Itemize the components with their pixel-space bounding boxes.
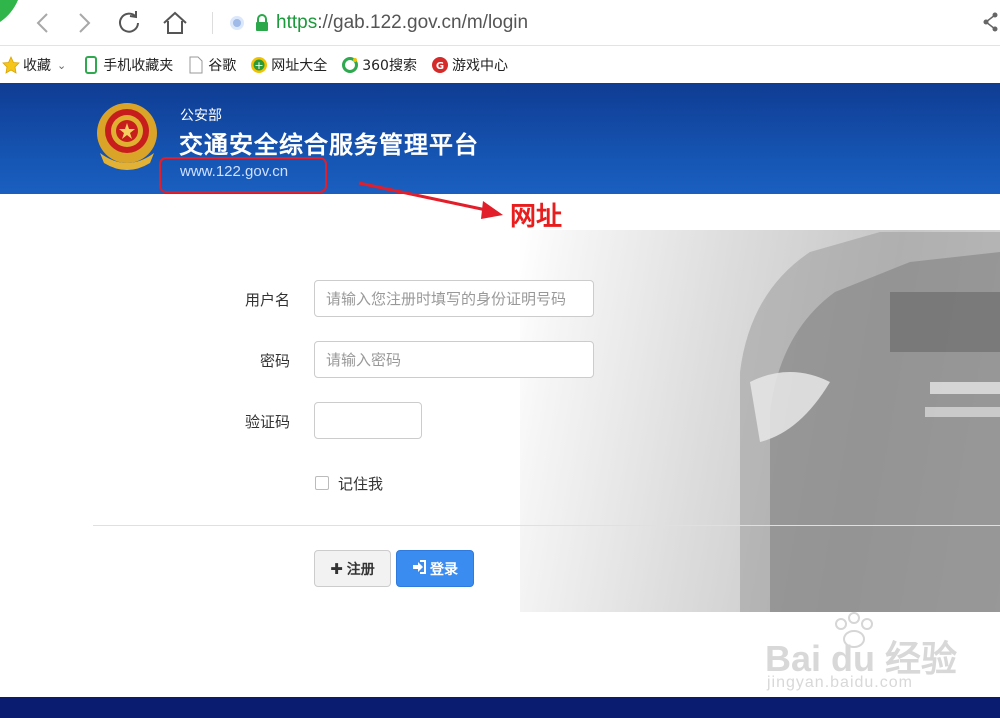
remember-checkbox[interactable]: [315, 476, 329, 490]
username-input[interactable]: 请输入您注册时填写的身份证明号码: [314, 280, 594, 317]
chevron-down-icon[interactable]: ⌄: [57, 59, 66, 72]
toolbar-divider: [212, 12, 213, 34]
back-icon[interactable]: [27, 8, 57, 38]
username-label: 用户名: [244, 291, 290, 309]
plus-circle-icon: +: [250, 56, 268, 74]
url-scheme: https: [276, 12, 318, 33]
bookmark-mobile[interactable]: 手机收藏夹: [82, 55, 179, 75]
svg-text:+: +: [255, 59, 264, 72]
bookmark-sites[interactable]: + 网址大全: [250, 55, 333, 75]
bookmark-favorites[interactable]: 收藏 ⌄: [0, 55, 72, 75]
password-placeholder: 请输入密码: [326, 351, 402, 369]
baidu-watermark: Bai du 经验 jingyan.baidu.com: [765, 612, 965, 697]
annotation-label: 网址: [510, 202, 563, 232]
url-path: ://gab.122.gov.cn/m/login: [317, 12, 529, 33]
plus-icon: ✚: [330, 559, 343, 578]
login-label: 登录: [430, 561, 458, 578]
bookmark-label: 收藏: [23, 58, 51, 74]
url-highlight-box: [159, 157, 327, 193]
bookmark-360search[interactable]: 360搜索: [341, 55, 423, 75]
password-input[interactable]: 请输入密码: [314, 341, 594, 378]
game-icon: G: [431, 56, 449, 74]
bookmark-label: 网址大全: [271, 58, 328, 74]
form-divider: [93, 525, 1000, 526]
star-icon: [2, 56, 20, 74]
search360-icon: [341, 56, 359, 74]
site-info-icon[interactable]: [228, 14, 246, 32]
bookmark-google[interactable]: 谷歌: [187, 55, 242, 75]
forward-icon[interactable]: [70, 8, 100, 38]
address-bar[interactable]: https://gab.122.gov.cn/m/login: [228, 8, 968, 38]
bookmark-label: 360搜索: [362, 58, 417, 74]
browser-toolbar: https://gab.122.gov.cn/m/login: [0, 0, 1000, 46]
watermark-domain: jingyan.baidu.com: [767, 674, 913, 691]
police-emblem-icon: [97, 103, 157, 170]
page-footer: [0, 697, 1000, 718]
bookmark-label: 谷歌: [208, 58, 237, 74]
login-button[interactable]: 登录: [396, 550, 474, 587]
phone-icon: [82, 56, 100, 74]
password-label: 密码: [259, 352, 290, 370]
sign-in-icon: [412, 559, 426, 578]
captcha-label: 验证码: [244, 413, 290, 431]
lock-icon: [256, 14, 268, 31]
refresh-icon[interactable]: [114, 8, 144, 38]
username-placeholder: 请输入您注册时填写的身份证明号码: [326, 290, 567, 308]
car-image: [740, 232, 1000, 612]
bookmark-games[interactable]: G 游戏中心: [431, 55, 514, 75]
bookmark-label: 游戏中心: [451, 58, 508, 74]
bookmarks-bar: 收藏 ⌄ 手机收藏夹 谷歌 + 网址大全 360搜索 G 游戏中心: [0, 47, 1000, 83]
remember-label[interactable]: 记住我: [338, 473, 383, 494]
register-button[interactable]: ✚ 注册: [314, 550, 391, 587]
svg-text:G: G: [436, 61, 444, 72]
department-label: 公安部: [180, 108, 222, 124]
browser-logo-icon: [0, 0, 18, 22]
share-icon[interactable]: [982, 12, 1000, 36]
page-icon: [187, 56, 205, 74]
register-label: 注册: [346, 561, 375, 578]
home-icon[interactable]: [160, 8, 190, 38]
annotation-arrow-icon: [358, 181, 503, 219]
bookmark-label: 手机收藏夹: [103, 58, 174, 74]
captcha-input[interactable]: [314, 402, 422, 439]
platform-title: 交通安全综合服务管理平台: [179, 131, 479, 159]
